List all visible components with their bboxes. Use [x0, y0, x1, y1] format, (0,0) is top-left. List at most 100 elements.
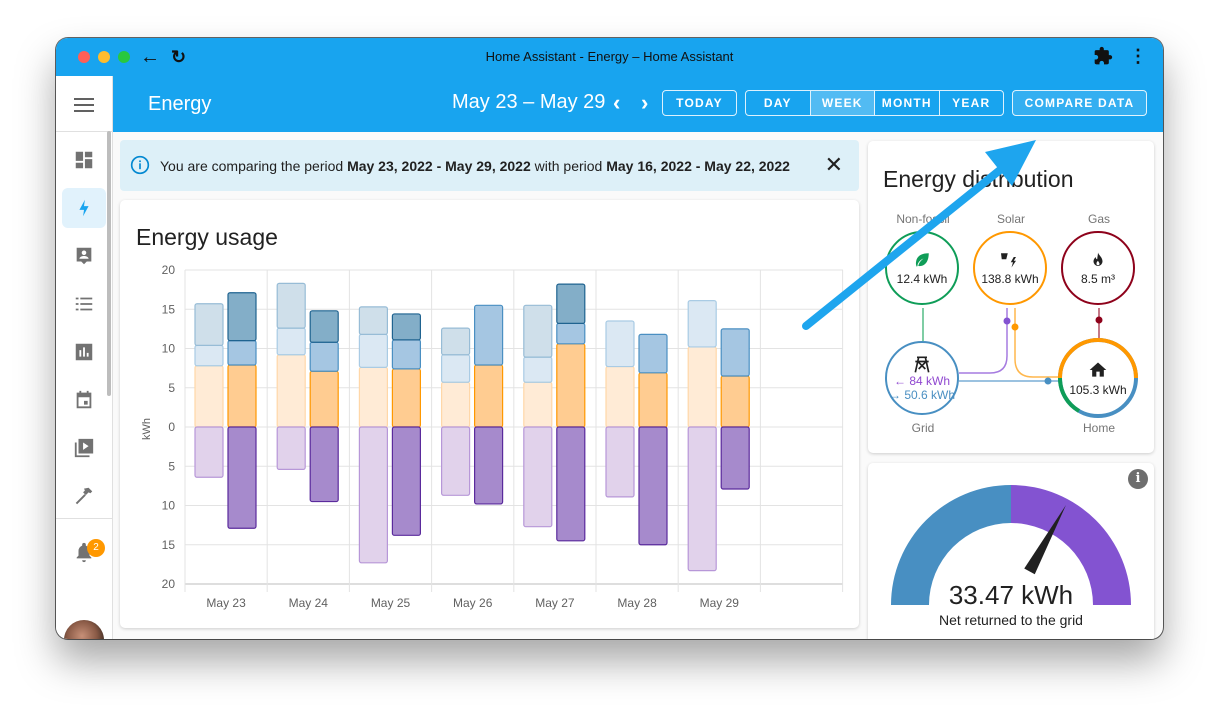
bar-segment — [556, 283, 586, 324]
next-period-button[interactable]: › — [641, 90, 648, 116]
bar-segment — [556, 322, 586, 345]
bar-segment — [638, 372, 668, 428]
bar-segment — [638, 333, 668, 374]
home-icon — [1089, 362, 1107, 377]
dashboard-icon — [75, 151, 93, 169]
non-fossil-node[interactable]: 12.4 kWh — [885, 231, 959, 305]
bar-segment — [194, 303, 224, 346]
y-axis-label: kWh — [141, 418, 153, 440]
y-tick-label: 5 — [168, 459, 175, 473]
flow-dot — [1044, 377, 1052, 385]
bar-segment — [605, 426, 635, 498]
y-tick-label: 20 — [162, 577, 176, 591]
bar-segment — [556, 426, 586, 542]
hamburger-icon[interactable] — [74, 98, 94, 112]
bar-segment — [523, 426, 553, 528]
previous-period-button[interactable]: ‹ — [613, 90, 620, 116]
bar-segment — [391, 339, 421, 370]
solar-to-home-flow — [1014, 308, 1061, 378]
bar-segment — [227, 292, 257, 342]
today-button[interactable]: TODAY — [662, 90, 737, 116]
flow-dot — [1011, 323, 1019, 331]
bar-segment — [523, 356, 553, 383]
bar-segment — [276, 426, 306, 470]
bar-segment — [441, 381, 471, 428]
home-label: Home — [1082, 421, 1115, 435]
sidebar-item-overview[interactable] — [62, 140, 106, 180]
sidebar-item-media[interactable] — [62, 428, 106, 468]
alert-prefix: You are comparing the period — [160, 158, 348, 174]
bar-segment — [638, 426, 668, 546]
compare-alert: You are comparing the period May 23, 202… — [120, 140, 859, 191]
period-day-button[interactable]: DAY — [746, 91, 811, 115]
y-tick-label: 0 — [168, 420, 175, 434]
grid-import-value: ← 84 kWh — [893, 374, 950, 388]
sidebar-item-energy[interactable] — [62, 188, 106, 228]
bar-segment — [227, 426, 257, 529]
x-tick-label: May 23 — [206, 596, 246, 610]
current-period: May 23, 2022 - May 29, 2022 — [347, 158, 531, 174]
period-year-button[interactable]: YEAR — [940, 91, 1004, 115]
person-pin-icon — [76, 247, 92, 265]
gas-node[interactable]: 8.5 m³ — [1061, 231, 1135, 305]
bar-segment — [309, 370, 339, 428]
x-tick-label: May 25 — [371, 596, 411, 610]
non-fossil-value: 12.4 kWh — [896, 271, 948, 286]
home-value: 105.3 kWh — [1069, 382, 1127, 397]
lightning-icon — [79, 199, 89, 217]
bar-segment — [605, 365, 635, 428]
hammer-icon — [75, 487, 93, 505]
sidebar-scrollbar[interactable] — [107, 131, 111, 396]
sidebar-item-history[interactable] — [62, 332, 106, 372]
bar-segment — [441, 327, 471, 356]
bar-segment — [227, 364, 257, 428]
title-bar: ← ↻ Home Assistant - Energy – Home Assis… — [56, 38, 1163, 76]
y-tick-label: 10 — [162, 342, 176, 356]
bar-segment — [523, 304, 553, 358]
app-toolbar: Energy May 23 – May 29 ‹ › TODAY DAY WEE… — [113, 76, 1163, 132]
fire-icon — [1093, 252, 1103, 266]
bar-segment — [441, 354, 471, 383]
y-tick-label: 15 — [162, 302, 176, 316]
energy-usage-chart[interactable]: 20 15 10 5 0 5 10 15 20 kWh May 23 May 24 May 25 May … — [120, 200, 859, 628]
flow-dot — [1095, 316, 1103, 324]
grid-node[interactable]: ← 84 kWh → 50.6 kWh — [885, 341, 959, 415]
user-avatar[interactable] — [64, 620, 104, 639]
close-icon[interactable]: ✕ — [825, 152, 843, 178]
bar-segment — [227, 340, 257, 366]
bar-segment — [687, 300, 717, 348]
x-tick-label: May 27 — [535, 596, 575, 610]
period-selector: DAY WEEK MONTH YEAR — [745, 90, 1004, 116]
home-node[interactable]: 105.3 kWh — [1061, 341, 1135, 415]
x-tick-label: May 26 — [453, 596, 493, 610]
solar-value: 138.8 kWh — [981, 271, 1039, 286]
grid-label: Grid — [911, 421, 935, 435]
period-month-button[interactable]: MONTH — [875, 91, 940, 115]
y-tick-label: 5 — [168, 381, 175, 395]
sidebar-item-developer-tools[interactable] — [62, 476, 106, 516]
compare-data-button[interactable]: COMPARE DATA — [1012, 90, 1147, 116]
bar-segment — [358, 333, 388, 368]
bar-segment — [309, 341, 339, 372]
solar-node[interactable]: 138.8 kWh — [973, 231, 1047, 305]
solar-label: Solar — [996, 212, 1025, 226]
more-vertical-icon[interactable]: ⋮ — [1129, 46, 1147, 66]
bar-segment — [720, 375, 750, 428]
alert-message: You are comparing the period May 23, 202… — [160, 158, 790, 174]
y-tick-label: 10 — [162, 499, 176, 513]
window-title: Home Assistant - Energy – Home Assistant — [485, 49, 734, 64]
sidebar-item-map[interactable] — [62, 236, 106, 276]
puzzle-icon[interactable] — [1093, 46, 1113, 66]
bar-segment — [474, 364, 504, 428]
bar-segment — [687, 426, 717, 572]
date-range: May 23 – May 29 — [452, 91, 606, 113]
browser-window: ← ↻ Home Assistant - Energy – Home Assis… — [56, 38, 1163, 639]
leaf-icon — [915, 252, 929, 267]
bar-segment — [276, 327, 306, 356]
sidebar-item-calendar[interactable] — [62, 380, 106, 420]
info-icon — [130, 155, 150, 175]
bar-segment — [358, 426, 388, 564]
sidebar-item-logbook[interactable] — [62, 284, 106, 324]
bar-segment — [276, 282, 306, 329]
period-week-button[interactable]: WEEK — [810, 91, 875, 115]
